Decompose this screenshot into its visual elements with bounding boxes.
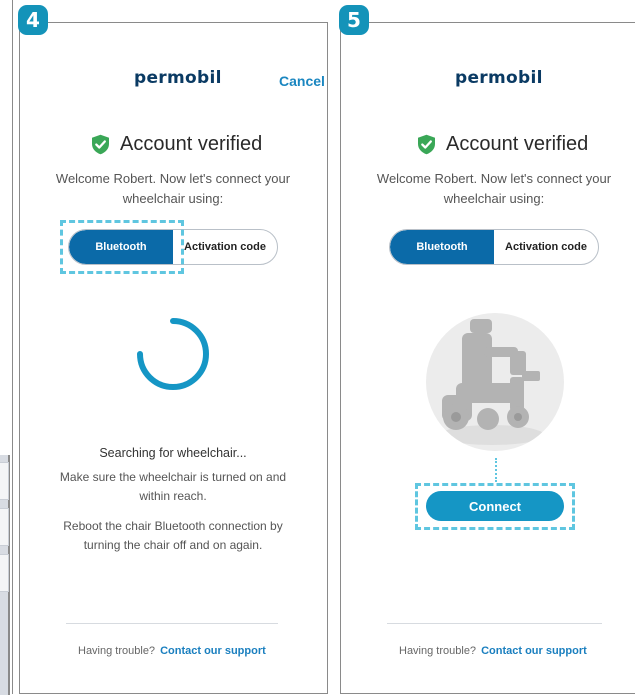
hint-reboot: Reboot the chair Bluetooth connection by… xyxy=(63,519,283,552)
support-footer: Having trouble? Contact our support xyxy=(399,645,587,657)
step-5-badge: 5 xyxy=(339,5,369,35)
welcome-message: Welcome Robert. Now let's connect your w… xyxy=(55,171,291,206)
permobil-logo: permobil xyxy=(455,68,543,88)
step-4-header-line xyxy=(48,22,328,23)
wheelchair-icon xyxy=(440,319,544,445)
loading-spinner-icon xyxy=(137,318,209,390)
account-verified-heading: Account verified xyxy=(91,133,262,156)
verified-title: Account verified xyxy=(446,133,589,155)
activation-code-option[interactable]: Activation code xyxy=(173,230,277,264)
verified-shield-icon xyxy=(417,134,436,155)
connect-highlight xyxy=(415,483,575,530)
welcome-message: Welcome Robert. Now let's connect your w… xyxy=(376,171,612,206)
verified-shield-icon xyxy=(91,134,110,155)
contact-support-link[interactable]: Contact our support xyxy=(160,645,266,657)
wheelchair-image xyxy=(426,313,564,451)
activation-code-option[interactable]: Activation code xyxy=(494,230,598,264)
step-4-badge: 4 xyxy=(18,5,48,35)
searching-status: Searching for wheelchair... xyxy=(99,446,247,460)
connector-dots xyxy=(495,458,499,482)
previous-panel-field xyxy=(0,508,9,546)
hint-turned-on: Make sure the wheelchair is turned on an… xyxy=(59,470,287,503)
cancel-button[interactable]: Cancel xyxy=(279,73,325,89)
account-verified-heading: Account verified xyxy=(417,133,588,156)
step-5-header-line xyxy=(368,22,635,23)
bluetooth-option[interactable]: Bluetooth xyxy=(390,230,494,264)
previous-panel-field xyxy=(0,554,9,592)
verified-title: Account verified xyxy=(120,133,263,155)
bluetooth-highlight xyxy=(60,220,184,274)
trouble-text: Having trouble? xyxy=(399,645,477,657)
footer-divider xyxy=(387,623,602,624)
support-footer: Having trouble? Contact our support xyxy=(78,645,266,657)
contact-support-link[interactable]: Contact our support xyxy=(481,645,587,657)
trouble-text: Having trouble? xyxy=(78,645,156,657)
permobil-logo: permobil xyxy=(134,68,222,88)
previous-panel-field xyxy=(0,462,9,500)
connection-method-toggle: Bluetooth Activation code xyxy=(389,229,599,265)
footer-divider xyxy=(66,623,278,624)
